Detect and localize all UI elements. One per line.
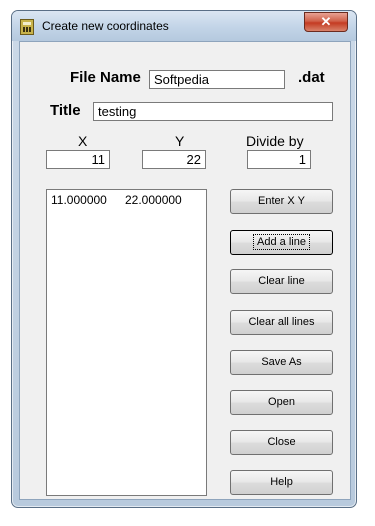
help-label: Help bbox=[270, 476, 293, 488]
add-line-button[interactable]: Add a line bbox=[230, 230, 333, 255]
y-input[interactable]: 22 bbox=[142, 150, 206, 169]
list-item[interactable]: 11.000000 22.000000 bbox=[51, 193, 202, 207]
open-button[interactable]: Open bbox=[230, 390, 333, 415]
clear-line-label: Clear line bbox=[258, 275, 305, 287]
app-icon bbox=[20, 19, 34, 35]
window-title: Create new coordinates bbox=[42, 19, 169, 33]
divide-by-input[interactable]: 1 bbox=[247, 150, 311, 169]
list-item-x: 11.000000 bbox=[51, 193, 107, 207]
save-as-label: Save As bbox=[261, 356, 302, 368]
title-input[interactable]: testing bbox=[93, 102, 333, 121]
title-label: Title bbox=[50, 102, 81, 119]
open-label: Open bbox=[268, 396, 295, 408]
save-as-button[interactable]: Save As bbox=[230, 350, 333, 375]
file-name-input[interactable]: Softpedia bbox=[149, 70, 285, 89]
file-extension-label: .dat bbox=[298, 69, 325, 86]
y-column-label: Y bbox=[175, 133, 185, 149]
close-label: Close bbox=[267, 436, 296, 448]
close-button[interactable]: Close bbox=[230, 430, 333, 455]
help-button[interactable]: Help bbox=[230, 470, 333, 495]
clear-all-lines-label: Clear all lines bbox=[248, 316, 315, 328]
close-icon[interactable]: ✕ bbox=[304, 12, 348, 32]
add-line-label: Add a line bbox=[253, 234, 310, 250]
title-bar: Create new coordinates ✕ bbox=[12, 11, 356, 41]
enter-xy-button[interactable]: Enter X Y bbox=[230, 189, 333, 214]
dialog-client-area: File Name Softpedia .dat Title testing X… bbox=[19, 41, 351, 500]
divide-by-label: Divide by bbox=[246, 133, 304, 149]
clear-all-lines-button[interactable]: Clear all lines bbox=[230, 310, 333, 335]
file-name-label: File Name bbox=[70, 69, 141, 86]
clear-line-button[interactable]: Clear line bbox=[230, 269, 333, 294]
x-input[interactable]: 11 bbox=[46, 150, 110, 169]
list-item-y: 22.000000 bbox=[125, 193, 182, 207]
coordinates-list[interactable]: 11.000000 22.000000 bbox=[46, 189, 207, 496]
dialog-window: Create new coordinates ✕ File Name Softp… bbox=[11, 10, 357, 508]
enter-xy-label: Enter X Y bbox=[258, 195, 305, 207]
x-column-label: X bbox=[78, 133, 88, 149]
